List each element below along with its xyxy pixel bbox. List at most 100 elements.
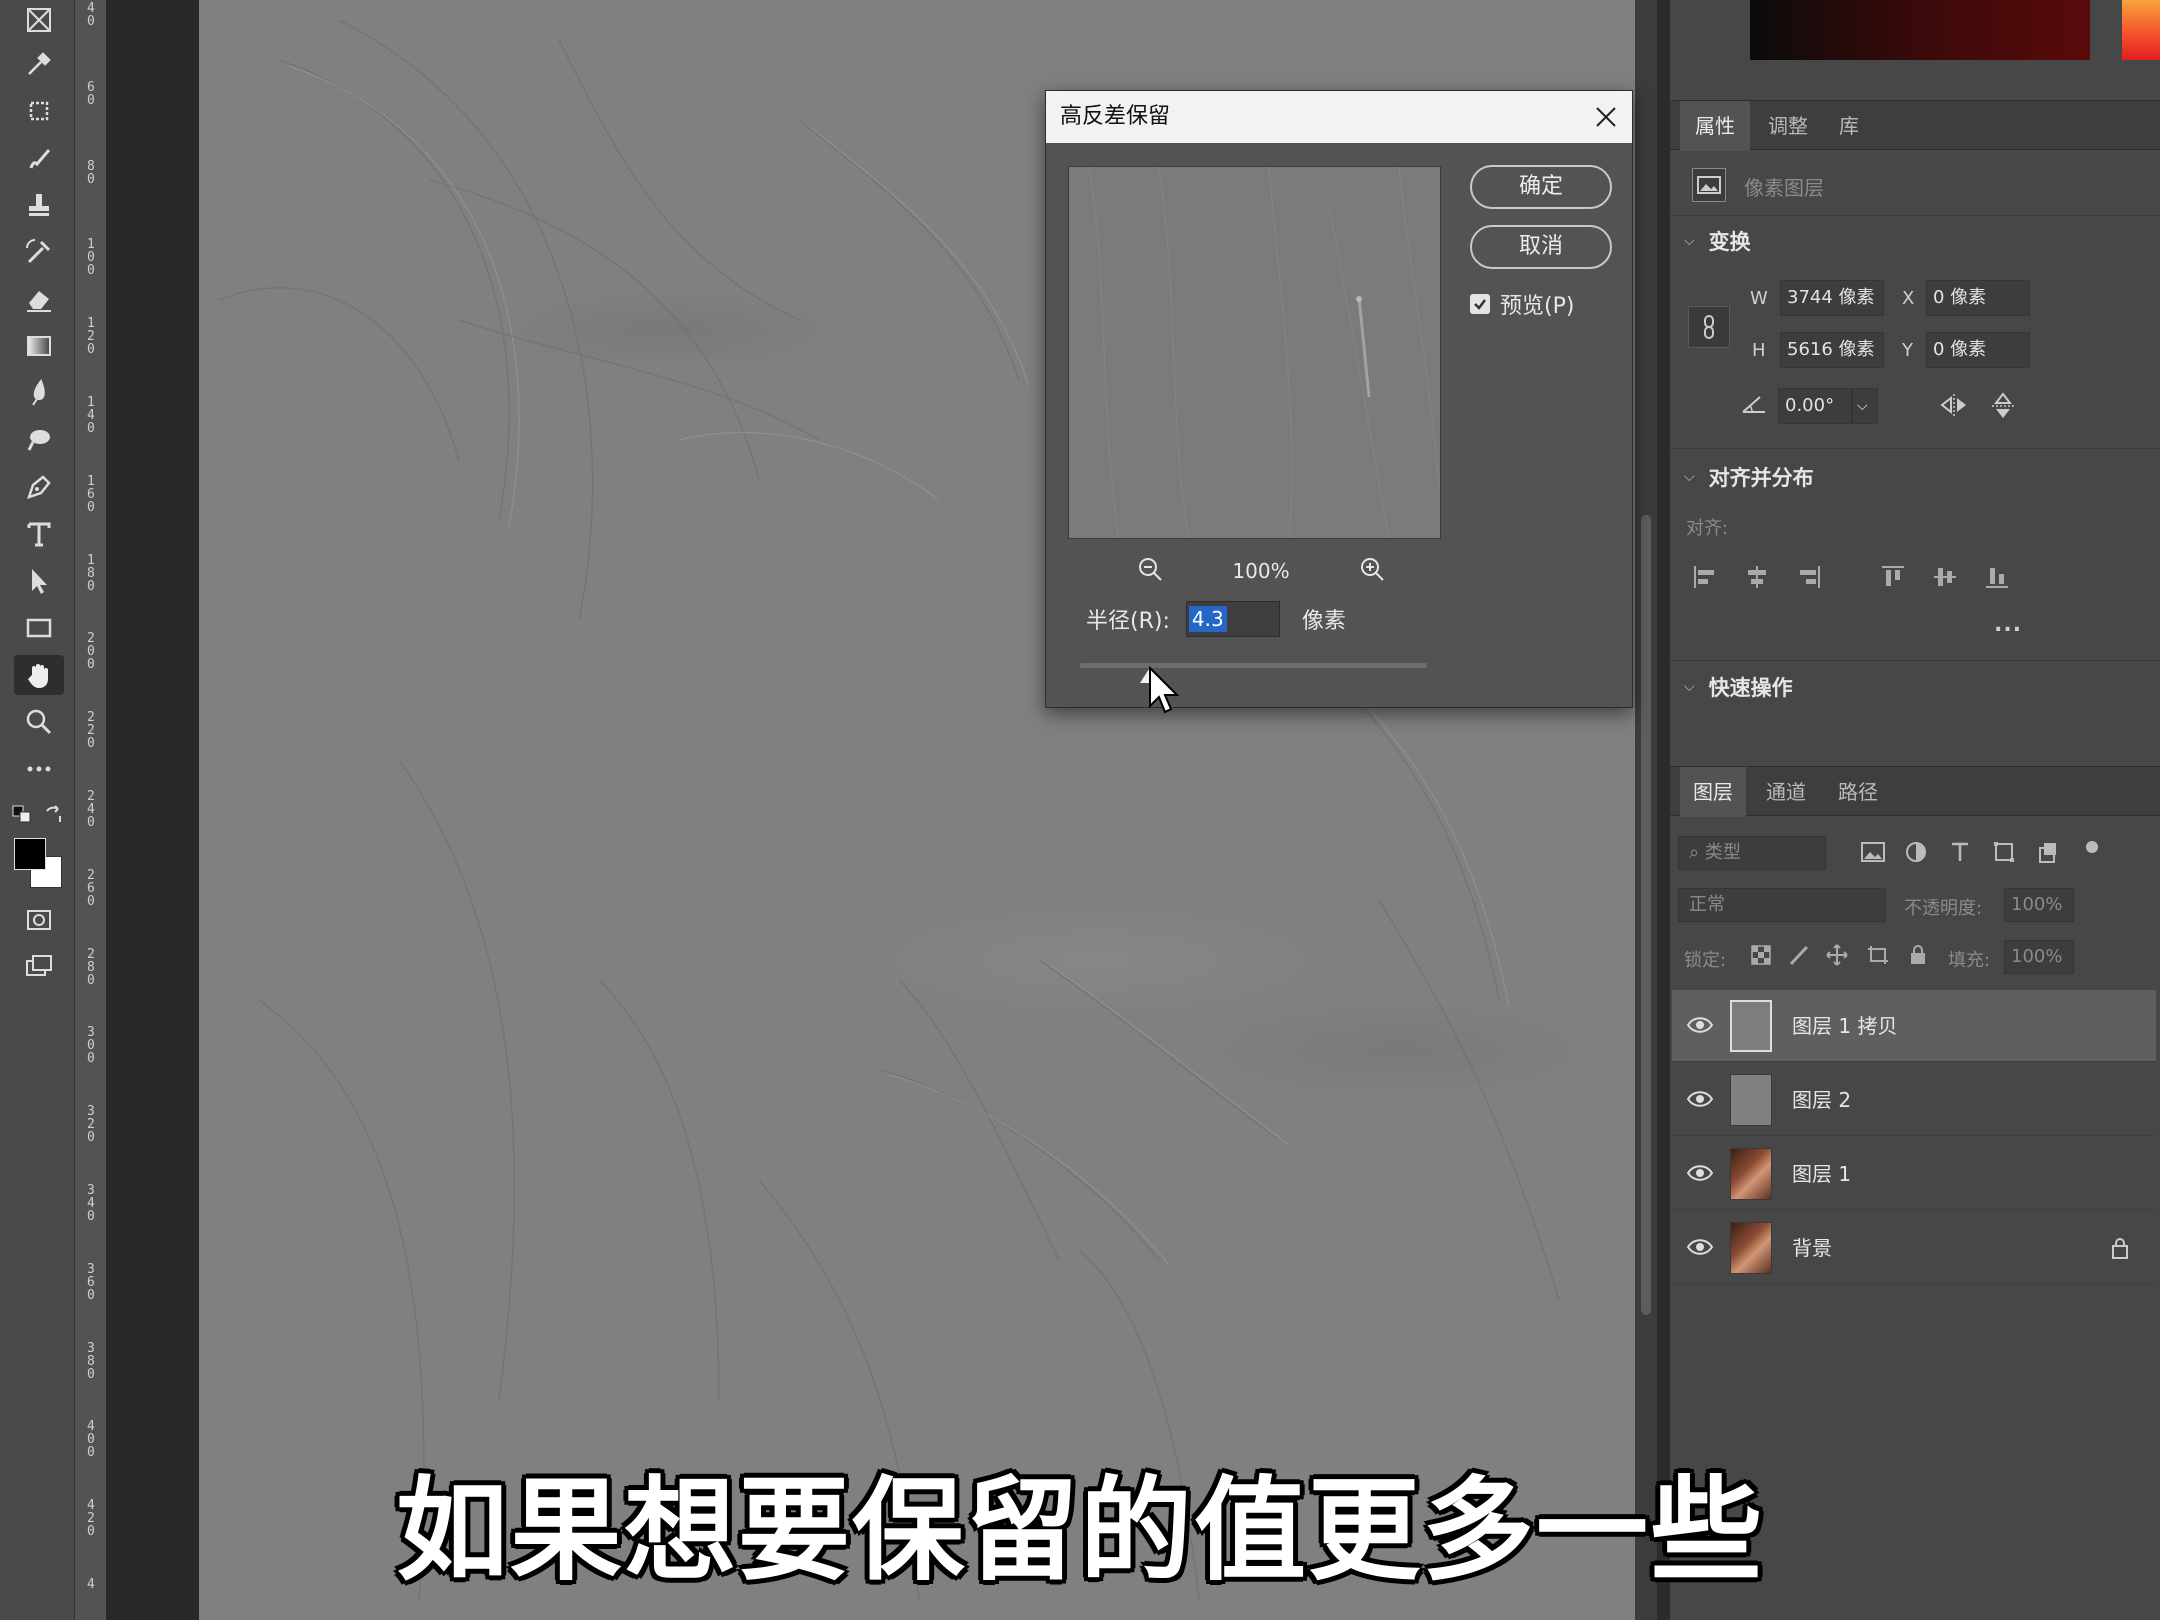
cancel-button[interactable]: 取消 bbox=[1470, 225, 1612, 269]
align-bottom-icon[interactable] bbox=[1984, 564, 2010, 595]
tab-libraries[interactable]: 库 bbox=[1822, 101, 1876, 151]
layer-type-label: 像素图层 bbox=[1744, 176, 1824, 200]
y-label: Y bbox=[1902, 340, 1913, 361]
swap-colors-icon[interactable] bbox=[44, 805, 64, 823]
zoom-icon[interactable] bbox=[14, 702, 64, 742]
crop-icon[interactable] bbox=[14, 91, 64, 131]
rectangle-icon[interactable] bbox=[14, 608, 64, 648]
zoom-in-icon[interactable] bbox=[1358, 555, 1386, 588]
opacity-label: 不透明度: bbox=[1904, 898, 1983, 919]
layer-filter-field[interactable]: ⌕ 类型 bbox=[1678, 836, 1826, 870]
visibility-eye-icon[interactable] bbox=[1686, 1014, 1714, 1036]
blend-mode-select[interactable]: 正常 bbox=[1678, 888, 1886, 922]
tab-channels[interactable]: 通道 bbox=[1754, 767, 1818, 817]
x-field[interactable]: 0 像素 bbox=[1926, 280, 2030, 316]
radius-input[interactable]: 4.3 bbox=[1185, 601, 1280, 637]
stamp-icon[interactable] bbox=[14, 185, 64, 225]
ruler-tick-label: 6 0 bbox=[87, 79, 95, 108]
fill-label: 填充: bbox=[1948, 950, 1991, 971]
lock-all-icon[interactable] bbox=[1908, 944, 1928, 971]
path-select-icon[interactable] bbox=[14, 561, 64, 601]
layer-row[interactable]: 图层 1 拷贝 bbox=[1672, 990, 2156, 1062]
hand-icon[interactable] bbox=[14, 655, 64, 695]
layer-row[interactable]: 背景 bbox=[1672, 1212, 2156, 1284]
hue-slider[interactable] bbox=[2122, 0, 2160, 60]
ruler-tick-label: 2 0 0 bbox=[87, 631, 95, 673]
more-icon[interactable] bbox=[14, 749, 64, 789]
preview-option[interactable]: 预览(P) bbox=[1470, 289, 1574, 319]
transform-header[interactable]: ⌵ 变换 bbox=[1684, 226, 1751, 256]
more-options-icon[interactable]: ... bbox=[1994, 612, 2022, 637]
canvas-scroll-thumb[interactable] bbox=[1641, 515, 1651, 1315]
default-colors-icon[interactable] bbox=[12, 805, 34, 823]
align-left-icon[interactable] bbox=[1692, 564, 1718, 595]
zoom-out-icon[interactable] bbox=[1136, 555, 1164, 588]
align-distribute-header[interactable]: ⌵ 对齐并分布 bbox=[1684, 462, 1814, 492]
video-subtitle: 如果想要保留的值更多一些 bbox=[396, 1466, 1764, 1596]
tab-adjustments[interactable]: 调整 bbox=[1756, 101, 1820, 151]
layer-row[interactable]: 图层 1 bbox=[1672, 1138, 2156, 1210]
foreground-color-swatch[interactable] bbox=[14, 838, 46, 870]
pen-icon[interactable] bbox=[14, 467, 64, 507]
flip-horizontal-icon[interactable] bbox=[1938, 392, 1970, 423]
visibility-eye-icon[interactable] bbox=[1686, 1088, 1714, 1110]
radius-label: 半径(R): bbox=[1086, 609, 1170, 634]
tab-properties[interactable]: 属性 bbox=[1680, 101, 1750, 151]
height-field[interactable]: 5616 像素 bbox=[1780, 332, 1884, 368]
filter-adjustment-icon[interactable] bbox=[1904, 840, 1928, 869]
preview-checkbox[interactable] bbox=[1470, 294, 1490, 314]
layer-thumbnail bbox=[1730, 1148, 1772, 1200]
align-right-icon[interactable] bbox=[1796, 564, 1822, 595]
eraser-icon[interactable] bbox=[14, 279, 64, 319]
layer-name: 图层 2 bbox=[1792, 1088, 1852, 1112]
lock-artboard-icon[interactable] bbox=[1866, 944, 1890, 971]
close-icon[interactable] bbox=[14, 0, 64, 40]
angle-icon bbox=[1740, 392, 1768, 421]
layer-thumbnail bbox=[1730, 1074, 1772, 1126]
filter-pixel-icon[interactable] bbox=[1860, 840, 1886, 869]
radius-slider[interactable] bbox=[1080, 663, 1427, 668]
opacity-field[interactable]: 100% bbox=[2004, 888, 2074, 922]
filter-smart-object-icon[interactable] bbox=[2036, 840, 2060, 869]
lock-icon bbox=[2110, 1236, 2130, 1264]
filter-type-icon[interactable] bbox=[1948, 840, 1972, 869]
type-icon[interactable] bbox=[14, 514, 64, 554]
lock-transparency-icon[interactable] bbox=[1750, 944, 1772, 971]
brush-icon[interactable] bbox=[14, 138, 64, 178]
eyedropper-icon[interactable] bbox=[14, 44, 64, 84]
lock-pixels-icon[interactable] bbox=[1788, 944, 1810, 971]
filter-shape-icon[interactable] bbox=[1992, 840, 2016, 869]
quick-actions-header[interactable]: ⌵ 快速操作 bbox=[1684, 672, 1793, 702]
ok-button[interactable]: 确定 bbox=[1470, 165, 1612, 209]
angle-dropdown[interactable]: ⌵ bbox=[1852, 388, 1878, 424]
quick-mask-icon[interactable] bbox=[14, 900, 64, 940]
align-top-icon[interactable] bbox=[1880, 564, 1906, 595]
color-picker-field[interactable] bbox=[1750, 0, 2090, 60]
align-hcenter-icon[interactable] bbox=[1744, 564, 1770, 595]
lock-position-icon[interactable] bbox=[1826, 944, 1848, 971]
align-vcenter-icon[interactable] bbox=[1932, 564, 1958, 595]
y-field[interactable]: 0 像素 bbox=[1926, 332, 2030, 368]
ruler-tick-label: 1 6 0 bbox=[87, 473, 95, 515]
tab-paths[interactable]: 路径 bbox=[1826, 767, 1890, 817]
tab-layers[interactable]: 图层 bbox=[1680, 767, 1746, 817]
layer-row[interactable]: 图层 2 bbox=[1672, 1064, 2156, 1136]
gradient-icon[interactable] bbox=[14, 326, 64, 366]
filter-toggle-icon[interactable] bbox=[2084, 836, 2100, 860]
blur-icon[interactable] bbox=[14, 373, 64, 413]
close-icon[interactable] bbox=[1592, 103, 1620, 131]
link-dimensions-icon[interactable] bbox=[1688, 306, 1730, 348]
flip-vertical-icon[interactable] bbox=[1990, 390, 2016, 427]
visibility-eye-icon[interactable] bbox=[1686, 1236, 1714, 1258]
transform-heading: 变换 bbox=[1708, 230, 1751, 254]
preview-label: 预览(P) bbox=[1500, 294, 1575, 319]
dodge-icon[interactable] bbox=[14, 420, 64, 460]
history-brush-icon[interactable] bbox=[14, 232, 64, 272]
fill-field[interactable]: 100% bbox=[2004, 940, 2074, 974]
angle-field[interactable]: 0.00° bbox=[1778, 388, 1852, 424]
visibility-eye-icon[interactable] bbox=[1686, 1162, 1714, 1184]
preview-zoom-controls: 100% bbox=[1136, 553, 1386, 589]
width-field[interactable]: 3744 像素 bbox=[1780, 280, 1884, 316]
filter-preview[interactable] bbox=[1068, 166, 1441, 539]
screen-mode-icon[interactable] bbox=[14, 946, 64, 986]
